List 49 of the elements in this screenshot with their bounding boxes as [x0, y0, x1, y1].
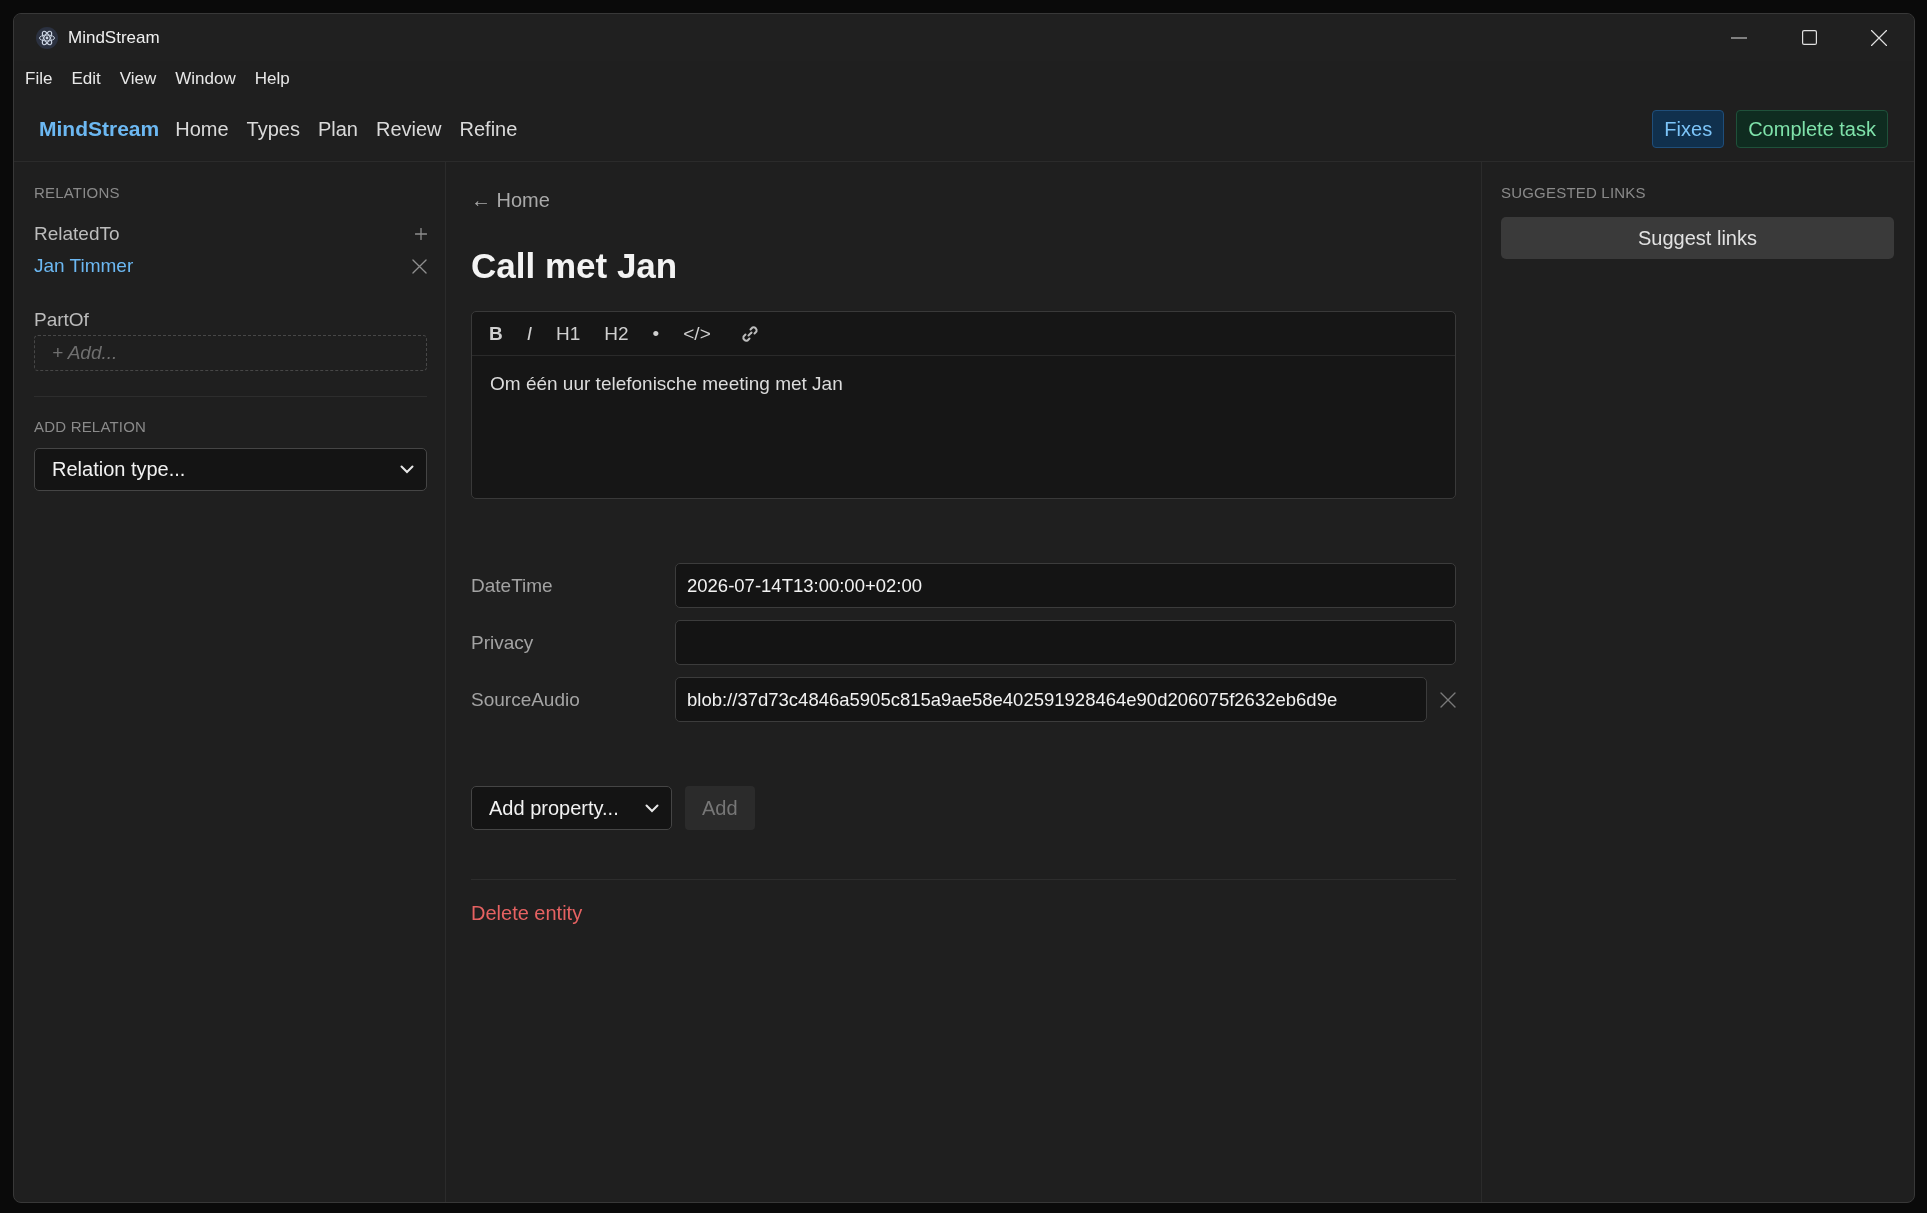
action-button[interactable]: Fixes: [1652, 110, 1725, 148]
nav-link[interactable]: Refine: [453, 113, 524, 145]
add-relation-field[interactable]: + Add...: [34, 335, 427, 371]
complete-button[interactable]: Complete task: [1736, 110, 1888, 148]
bold-button[interactable]: B: [482, 319, 510, 348]
relation-name: RelatedTo: [34, 223, 120, 245]
nav-link[interactable]: Home: [169, 113, 235, 145]
section-heading: SUGGESTED LINKS: [1501, 184, 1647, 202]
x-icon[interactable]: [412, 258, 427, 274]
format-button[interactable]: •: [645, 319, 667, 348]
format-button[interactable]: H1: [549, 319, 588, 348]
close-icon[interactable]: [1871, 29, 1887, 46]
menu-item[interactable]: Help: [246, 65, 298, 93]
maximize-icon[interactable]: [1801, 30, 1817, 45]
relation-link[interactable]: Jan Timmer: [34, 255, 134, 277]
relation-type-select[interactable]: Relation type...: [34, 448, 427, 491]
property-field[interactable]: 2026-07-14T13:00:00+02:00: [675, 563, 1456, 608]
relation-name: PartOf: [34, 309, 89, 331]
chain-link-icon[interactable]: [739, 323, 760, 344]
format-button[interactable]: </>: [676, 319, 718, 348]
x-icon[interactable]: [1440, 691, 1456, 708]
menu-item[interactable]: View: [111, 65, 165, 93]
nav-link[interactable]: Plan: [311, 113, 364, 145]
back-link[interactable]: ← Home: [471, 188, 550, 212]
menu-item[interactable]: Window: [167, 65, 244, 93]
atom-icon: [36, 26, 58, 49]
editor-content[interactable]: Om één uur telefonische meeting met Jan: [472, 356, 1455, 498]
window-title: MindStream: [68, 27, 160, 48]
minimize-icon[interactable]: [1731, 36, 1747, 39]
chevron-icon: [645, 803, 659, 813]
chevron-icon: [400, 465, 414, 474]
menu-item[interactable]: Edit: [63, 65, 109, 93]
property-field[interactable]: blob://37d73c4846a5905c815a9ae58e402591928464e90d206075f2632eb6d9e: [675, 677, 1427, 722]
format-button[interactable]: H2: [597, 319, 636, 348]
property-label: SourceAudio: [471, 688, 581, 711]
property-field[interactable]: [675, 620, 1456, 665]
plus-icon[interactable]: [415, 228, 427, 240]
suggest-links-button[interactable]: Suggest links: [1501, 217, 1894, 259]
section-heading: RELATIONS: [34, 184, 121, 202]
italic-button[interactable]: I: [519, 319, 539, 348]
section-heading: ADD RELATION: [34, 418, 148, 436]
menu-item[interactable]: File: [17, 65, 61, 93]
delete-link[interactable]: Delete entity: [471, 902, 583, 925]
entity-title: Call met Jan: [471, 245, 679, 287]
brand-link[interactable]: MindStream: [33, 113, 166, 145]
nav-link[interactable]: Types: [240, 113, 306, 145]
property-label: Privacy: [471, 631, 535, 654]
property-label: DateTime: [471, 574, 554, 597]
nav-link[interactable]: Review: [369, 113, 448, 145]
